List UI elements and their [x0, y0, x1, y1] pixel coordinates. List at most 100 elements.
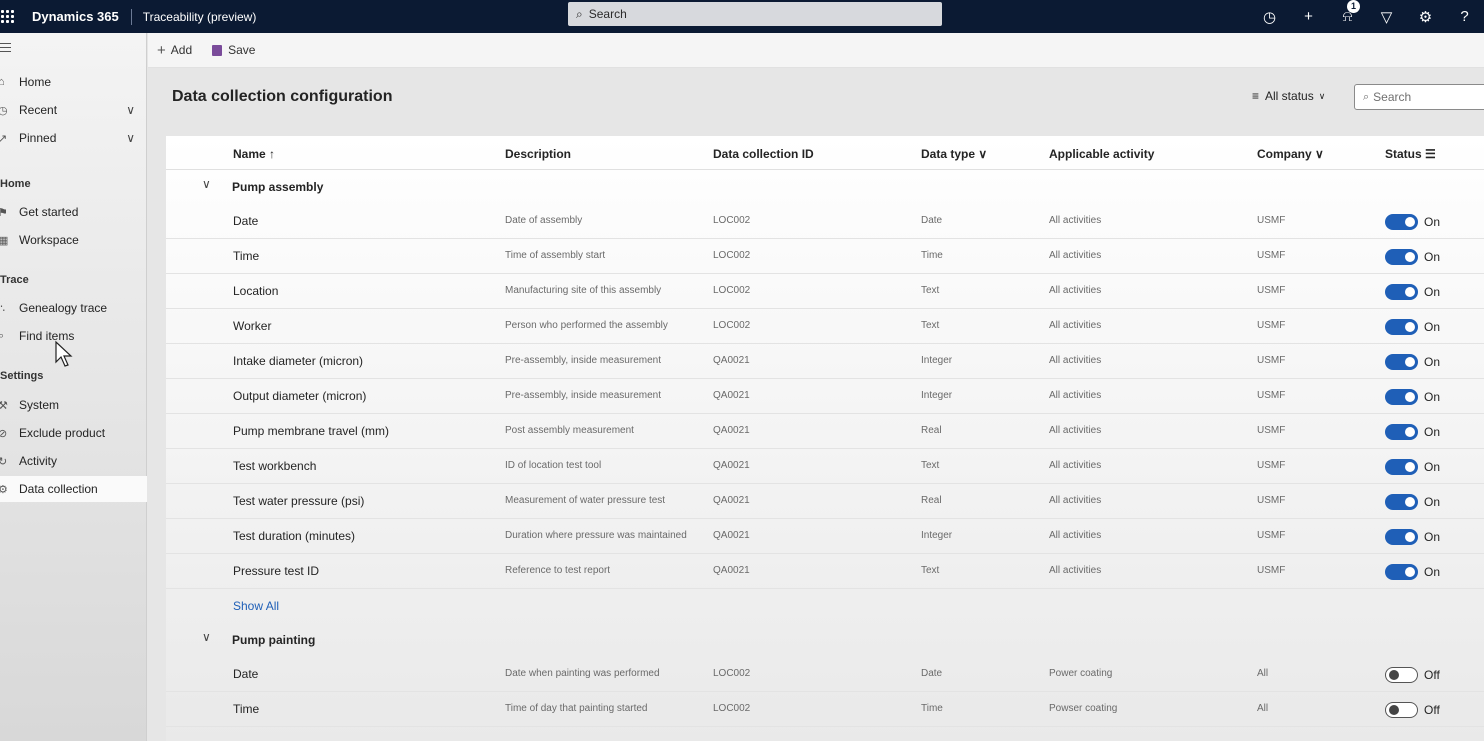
group-header[interactable]: ∨ Pump assembly [166, 170, 1484, 204]
cell-description: Manufacturing site of this assembly [505, 285, 662, 296]
activity-icon: ↻ [0, 455, 8, 468]
bell-icon[interactable]: ⍾ 1 [1328, 0, 1367, 25]
search-icon: ⌕ [1363, 90, 1370, 103]
cell-description: Date of assembly [505, 215, 583, 226]
sidebar-item-home[interactable]: ⌂ Home [0, 69, 147, 95]
chevron-down-icon[interactable]: ∨ [126, 131, 135, 145]
status-label: On [1424, 495, 1441, 509]
table-row[interactable]: Pressure test ID Reference to test report… [166, 554, 1484, 589]
table-row[interactable]: Date Date of assembly LOC002 Date All activi… [166, 204, 1484, 239]
column-header-description[interactable]: Description [505, 147, 571, 161]
add-button[interactable]: + Add [157, 42, 192, 59]
cell-data-collection-id: QA0021 [713, 390, 750, 401]
table-row[interactable]: Intake diameter (micron) Pre-assembly, in… [166, 344, 1484, 379]
column-header-data-type[interactable]: Data type ∨ [921, 147, 987, 161]
column-header-name[interactable]: Name ↑ [233, 147, 275, 161]
sidebar-item-recent[interactable]: ◷ Recent ∨ [0, 97, 147, 123]
column-header-status[interactable]: Status ☰ [1385, 147, 1436, 161]
status-toggle[interactable] [1385, 529, 1418, 545]
plus-icon[interactable]: + [1289, 8, 1328, 25]
hamburger-icon[interactable] [0, 43, 11, 55]
status-filter-dropdown[interactable]: ≡ All status ∨ [1252, 89, 1325, 103]
cell-name: Date [233, 214, 259, 228]
sidebar-item-system[interactable]: ⚒ System [0, 392, 147, 418]
status-toggle[interactable] [1385, 494, 1418, 510]
sort-ascending-icon: ↑ [269, 147, 276, 161]
cell-name: Date [233, 667, 259, 681]
filter-icon[interactable]: ▽ [1367, 8, 1406, 26]
grid-header: Name ↑ Description Data collection ID Da… [166, 136, 1484, 170]
table-row[interactable]: Test workbench ID of location test tool QA… [166, 449, 1484, 484]
sidebar-item-activity[interactable]: ↻ Activity [0, 448, 147, 474]
cell-data-type: Text [921, 320, 940, 331]
status-toggle[interactable] [1385, 319, 1418, 335]
cell-name: Intake diameter (micron) [233, 354, 364, 368]
save-button[interactable]: Save [212, 43, 255, 57]
chevron-down-icon[interactable]: ∨ [126, 103, 135, 117]
status-label: On [1424, 530, 1441, 544]
status-label: On [1424, 355, 1441, 369]
status-filter-value: All status [1265, 89, 1314, 103]
chevron-down-icon[interactable]: ∨ [202, 630, 211, 644]
sidebar-item-workspace[interactable]: ▦ Workspace [0, 227, 147, 253]
column-header-applicable-activity[interactable]: Applicable activity [1049, 147, 1154, 161]
status-toggle[interactable] [1385, 424, 1418, 440]
table-row[interactable]: Location Manufacturing site of this assem… [166, 274, 1484, 309]
status-toggle[interactable] [1385, 214, 1418, 230]
section-heading-trace: Trace [0, 274, 29, 286]
table-row[interactable]: Test duration (minutes) Duration where pr… [166, 519, 1484, 554]
status-toggle[interactable] [1385, 459, 1418, 475]
cell-company: USMF [1257, 530, 1286, 541]
sidebar-item-pinned[interactable]: ↗ Pinned ∨ [0, 125, 147, 151]
sidebar-item-get-started[interactable]: ⚑ Get started [0, 199, 147, 225]
app-launcher-icon[interactable] [0, 9, 14, 24]
column-header-data-collection-id[interactable]: Data collection ID [713, 147, 814, 161]
group-label: Pump painting [232, 633, 316, 647]
status-toggle[interactable] [1385, 284, 1418, 300]
plus-icon: + [157, 41, 166, 59]
status-toggle[interactable] [1385, 249, 1418, 265]
cell-data-type: Integer [921, 390, 953, 401]
sidebar-item-genealogy-trace[interactable]: ∴ Genealogy trace [0, 295, 147, 321]
sidebar-item-data-collection[interactable]: ⚙ Data collection [0, 476, 147, 502]
table-row[interactable]: Test water pressure (psi) Measurement of … [166, 484, 1484, 519]
area-name[interactable]: Traceability (preview) [143, 10, 257, 24]
sidebar-item-label: Genealogy trace [19, 301, 108, 315]
cell-applicable-activity: All activities [1049, 320, 1102, 331]
page-title: Data collection configuration [172, 88, 393, 105]
cell-company: USMF [1257, 250, 1286, 261]
cell-name: Time [233, 249, 260, 263]
column-header-label: Data type [921, 147, 976, 161]
grid-search-input[interactable]: ⌕ Search [1354, 84, 1484, 110]
status-label: On [1424, 460, 1441, 474]
table-row[interactable]: Worker Person who performed the assembly L… [166, 309, 1484, 344]
gear-icon[interactable]: ⚙ [1406, 8, 1445, 26]
cell-name: Worker [233, 319, 272, 333]
status-toggle[interactable] [1385, 667, 1418, 683]
help-icon[interactable]: ? [1445, 8, 1484, 25]
table-row[interactable]: Date Date when painting was performed LOC0… [166, 657, 1484, 692]
chevron-down-icon[interactable]: ∨ [202, 177, 211, 191]
table-row[interactable]: Output diameter (micron) Pre-assembly, in… [166, 379, 1484, 414]
cell-description: Post assembly measurement [505, 425, 634, 436]
status-toggle[interactable] [1385, 389, 1418, 405]
task-icon[interactable]: ◷ [1250, 8, 1289, 26]
cell-company: USMF [1257, 565, 1286, 576]
column-header-company[interactable]: Company ∨ [1257, 147, 1324, 161]
table-row[interactable]: Time Time of day that painting started LOC… [166, 692, 1484, 727]
group-header[interactable]: ∨ Pump painting [166, 623, 1484, 657]
sidebar-item-exclude-product[interactable]: ⊘ Exclude product [0, 420, 147, 446]
cell-data-collection-id: LOC002 [713, 320, 751, 331]
data-collection-icon: ⚙ [0, 483, 8, 496]
table-row[interactable]: Pump membrane travel (mm) Post assembly m… [166, 414, 1484, 449]
status-toggle[interactable] [1385, 702, 1418, 718]
data-collection-grid: Name ↑ Description Data collection ID Da… [166, 136, 1484, 741]
global-search-input[interactable]: ⌕ Search [568, 2, 942, 26]
app-name[interactable]: Dynamics 365 [32, 9, 119, 24]
table-row[interactable]: Time Time of assembly start LOC002 Time All … [166, 239, 1484, 274]
status-toggle[interactable] [1385, 354, 1418, 370]
show-all-link[interactable]: Show All [233, 599, 279, 613]
status-toggle[interactable] [1385, 564, 1418, 580]
save-icon [212, 44, 223, 56]
cell-company: USMF [1257, 390, 1286, 401]
